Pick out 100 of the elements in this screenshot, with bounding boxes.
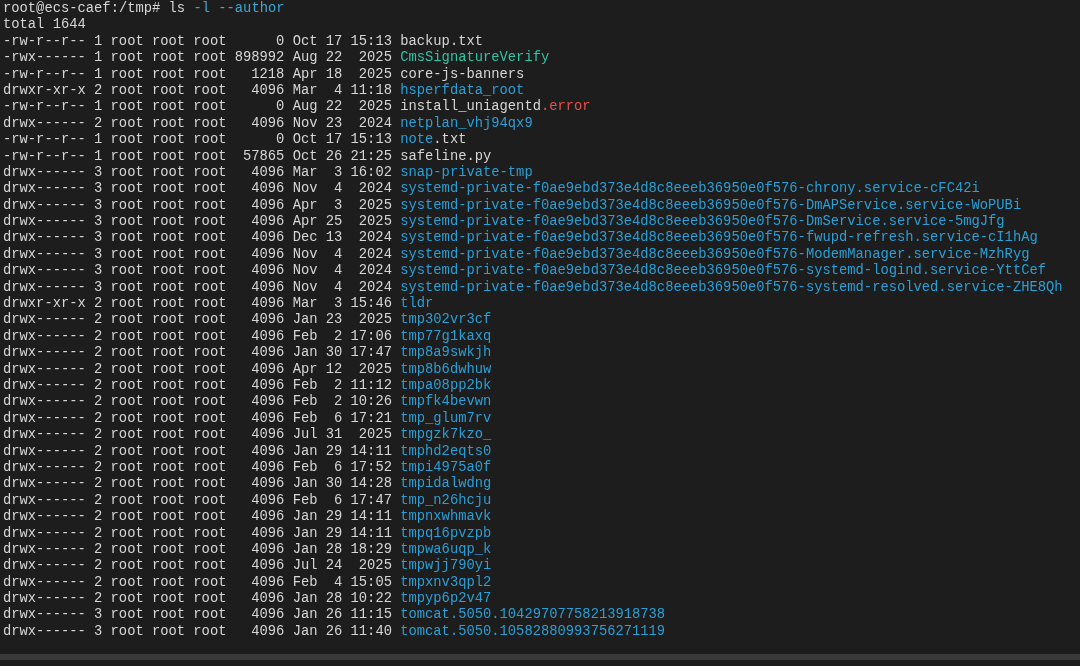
- group-text: root: [151, 574, 186, 592]
- group-text: root: [151, 361, 186, 378]
- permissions-text: drwx------: [3, 607, 86, 624]
- month-text: Jan: [292, 509, 318, 526]
- time-text: 18:29: [350, 541, 392, 559]
- link-count: 2: [94, 378, 103, 395]
- day-text: 22: [325, 50, 343, 67]
- owner-text: root: [110, 459, 144, 477]
- file-name: note.txt: [400, 132, 467, 149]
- owner-text: root: [110, 361, 144, 378]
- day-text: 24: [325, 558, 343, 575]
- month-text: Jan: [292, 312, 318, 329]
- author-text: root: [193, 328, 227, 346]
- author-text: root: [193, 591, 227, 608]
- month-text: Jan: [292, 476, 318, 493]
- permissions-text: -rw-r--r--: [3, 148, 86, 165]
- group-text: root: [151, 33, 186, 51]
- link-count: 1: [94, 33, 103, 51]
- owner-text: root: [110, 132, 144, 149]
- author-text: root: [193, 312, 227, 329]
- owner-text: root: [110, 197, 144, 215]
- size-text: 4096: [250, 607, 285, 624]
- link-count: 2: [94, 525, 103, 542]
- link-count: 3: [94, 181, 103, 198]
- permissions-text: drwxr-xr-x: [3, 82, 86, 100]
- time-text: 2025: [357, 427, 392, 444]
- size-text: 4096: [250, 230, 285, 247]
- file-name: systemd-private-f0ae9ebd373e4d8c8eeeb36950e0f576-DmAPService.service-WoPUBi: [400, 197, 1022, 214]
- month-text: Nov: [292, 263, 318, 280]
- day-text: 6: [333, 492, 343, 510]
- author-text: root: [193, 459, 227, 477]
- author-text: root: [193, 607, 227, 624]
- month-text: Jul: [292, 427, 318, 444]
- group-text: root: [151, 148, 186, 165]
- link-count: 2: [94, 312, 103, 329]
- size-text: 4096: [250, 459, 285, 477]
- file-name: tmpwa6uqp_k: [400, 541, 492, 558]
- file-name: tmpyp6p2v47: [400, 591, 492, 608]
- permissions-text: drwx------: [3, 427, 86, 444]
- owner-text: root: [110, 607, 144, 624]
- permissions-text: drwx------: [3, 476, 86, 493]
- month-text: Apr: [292, 197, 318, 215]
- author-text: root: [193, 410, 227, 428]
- file-name: systemd-private-f0ae9ebd373e4d8c8eeeb36950e0f576-ModemManager.service-MzhRyg: [400, 246, 1030, 263]
- day-text: 6: [333, 410, 343, 428]
- month-text: Nov: [292, 279, 318, 297]
- file-name: systemd-private-f0ae9ebd373e4d8c8eeeb36950e0f576-fwupd-refresh.service-cI1hAg: [400, 230, 1038, 247]
- day-text: 4: [333, 574, 343, 592]
- time-text: 2025: [357, 214, 392, 231]
- link-count: 2: [94, 574, 103, 592]
- link-count: 2: [94, 82, 103, 100]
- owner-text: root: [110, 33, 144, 51]
- file-name: snap-private-tmp: [400, 164, 533, 181]
- month-text: Mar: [292, 164, 318, 182]
- owner-text: root: [110, 246, 144, 264]
- link-count: 1: [94, 132, 103, 149]
- permissions-text: drwx------: [3, 394, 86, 411]
- author-text: root: [193, 558, 227, 575]
- day-text: 29: [325, 443, 343, 460]
- owner-text: root: [110, 50, 144, 67]
- group-text: root: [151, 541, 186, 559]
- day-text: 29: [325, 525, 343, 542]
- file-name: tmp77g1kaxq: [400, 328, 492, 345]
- group-text: root: [151, 115, 186, 133]
- month-text: Apr: [292, 361, 318, 378]
- time-text: 2025: [357, 50, 392, 67]
- day-text: 4: [333, 263, 343, 280]
- file-name: systemd-private-f0ae9ebd373e4d8c8eeeb36950e0f576-chrony.service-cFC42i: [400, 181, 980, 198]
- day-text: 25: [325, 214, 343, 231]
- day-text: 26: [325, 148, 343, 165]
- file-name: hsperfdata_root: [400, 82, 525, 99]
- time-text: 2024: [357, 230, 392, 247]
- file-name: tmpa08pp2bk: [400, 378, 492, 394]
- group-text: root: [151, 197, 186, 215]
- link-count: 1: [94, 66, 103, 83]
- link-count: 2: [94, 296, 103, 313]
- link-count: 2: [94, 443, 103, 460]
- size-text: 0: [275, 33, 285, 51]
- link-count: 2: [94, 361, 103, 378]
- author-text: root: [193, 82, 227, 100]
- time-text: 2024: [357, 115, 392, 133]
- permissions-text: drwx------: [3, 410, 86, 427]
- time-text: 15:13: [350, 132, 392, 149]
- time-text: 14:28: [350, 476, 392, 493]
- month-text: Feb: [292, 574, 318, 592]
- permissions-text: drwx------: [3, 378, 86, 394]
- time-text: 10:22: [350, 591, 392, 608]
- permissions-text: drwx------: [3, 558, 86, 575]
- file-name: install_uniagentd.error: [400, 99, 591, 116]
- owner-text: root: [110, 492, 144, 510]
- author-text: root: [193, 132, 227, 149]
- link-count: 2: [94, 558, 103, 575]
- group-text: root: [151, 181, 186, 198]
- permissions-text: drwx------: [3, 328, 86, 345]
- link-count: 2: [94, 459, 103, 477]
- size-text: 4096: [250, 296, 285, 313]
- day-text: 2: [333, 378, 343, 395]
- month-text: Jan: [292, 541, 318, 558]
- group-text: root: [151, 132, 186, 149]
- size-text: 4096: [250, 82, 285, 100]
